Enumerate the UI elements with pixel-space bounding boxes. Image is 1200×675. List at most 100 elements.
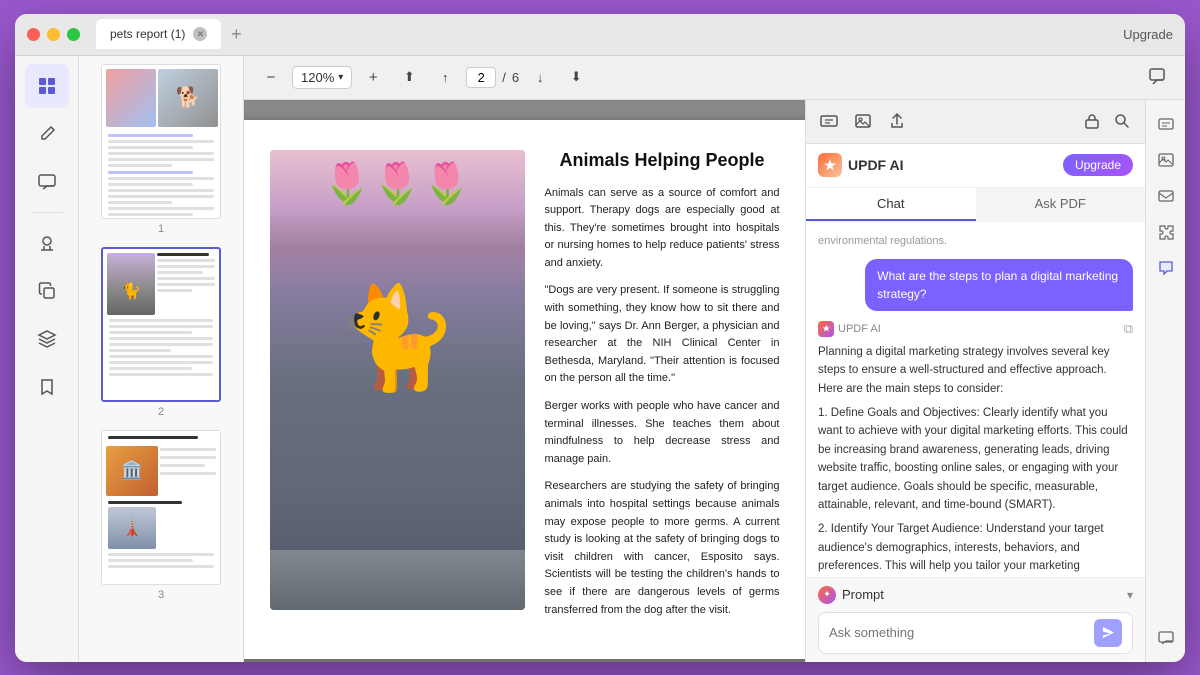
sidebar-icon-comment[interactable]: [25, 160, 69, 204]
pdf-viewer-wrapper: − 120% ▾ + ⬆ ↑ / 6 ↓ ⬇: [244, 56, 1185, 662]
prompt-send-button[interactable]: [1094, 619, 1122, 647]
thumb-line: [157, 277, 215, 280]
thumb-line: [108, 553, 214, 556]
thumb-line: [160, 464, 205, 467]
page-last-button[interactable]: ⬇: [561, 62, 591, 92]
thumb-line: [108, 559, 193, 562]
user-message: What are the steps to plan a digital mar…: [865, 259, 1133, 311]
share-icon[interactable]: [882, 106, 912, 136]
tab-pets-report[interactable]: pets report (1) ✕: [96, 19, 221, 49]
copy-icon[interactable]: ⧉: [1124, 321, 1133, 337]
ai-logo: UPDF AI: [818, 153, 903, 177]
pdf-body-text: Animals can serve as a source of comfort…: [545, 185, 780, 620]
thumb-content-1: 🐕: [102, 65, 220, 218]
sidebar-icon-copy[interactable]: [25, 269, 69, 313]
page-separator: /: [502, 70, 506, 85]
right-icon-comment[interactable]: [1150, 622, 1182, 654]
sidebar-icon-grid[interactable]: [25, 64, 69, 108]
right-panel: UPDF AI Upgrade Chat Ask PDF environment…: [805, 100, 1145, 662]
page-number-input[interactable]: [466, 67, 496, 88]
zoom-out-button[interactable]: −: [256, 62, 286, 92]
right-toolbar: [805, 100, 1145, 144]
image-icon[interactable]: [848, 106, 878, 136]
thumb-line: [109, 367, 192, 370]
search-icon[interactable]: [1107, 106, 1137, 136]
ai-header: UPDF AI Upgrade: [805, 144, 1145, 188]
zoom-display[interactable]: 120% ▾: [292, 66, 352, 89]
thumb-line: [109, 343, 213, 346]
page-display: / 6: [466, 67, 519, 88]
right-icon-scan[interactable]: [1150, 108, 1182, 140]
sidebar-icon-layers[interactable]: [25, 317, 69, 361]
thumbnail-page-3[interactable]: 🏛️ 🗼: [101, 430, 221, 601]
tab-close-icon[interactable]: ✕: [193, 27, 207, 41]
thumb-line: [109, 325, 213, 328]
thumbnail-page-1[interactable]: 🐕: [101, 64, 221, 235]
right-icon-image[interactable]: [1150, 144, 1182, 176]
thumb-line: [109, 349, 171, 352]
tab-chat[interactable]: Chat: [806, 188, 976, 221]
ai-upgrade-button[interactable]: Upgrade: [1063, 154, 1133, 176]
titlebar: pets report (1) ✕ + Upgrade: [15, 14, 1185, 56]
ai-message-header: UPDF AI ⧉: [818, 321, 1133, 337]
lock-icon[interactable]: [1077, 106, 1107, 136]
scan-icon[interactable]: [814, 106, 844, 136]
thumb-line: [157, 265, 215, 268]
thumb-line: [108, 158, 214, 161]
comment-toolbar-button[interactable]: [1143, 62, 1173, 92]
page-first-button[interactable]: ⬆: [394, 62, 424, 92]
thumb-num-1: 1: [158, 223, 164, 235]
prompt-chevron-icon[interactable]: ▾: [1127, 588, 1133, 602]
thumb-content-2: 🐈: [103, 249, 219, 400]
sidebar-icon-bookmark[interactable]: [25, 365, 69, 409]
thumbnail-page-2[interactable]: 🐈: [101, 247, 221, 418]
prompt-section: ✦ Prompt ▾: [805, 577, 1145, 662]
thumb-line: [108, 177, 214, 180]
thumb-line: [157, 259, 215, 262]
page-prev-button[interactable]: ↑: [430, 62, 460, 92]
cat-image: 🌷🌷🌷 🐈: [270, 150, 525, 610]
page-next-button[interactable]: ↓: [525, 62, 555, 92]
pdf-paragraph-4: Researchers are studying the safety of b…: [545, 478, 780, 619]
pdf-article-title: Animals Helping People: [545, 150, 780, 171]
thumb-line: [160, 448, 216, 451]
pdf-page: 🌷🌷🌷 🐈 Animals Helping Pe: [244, 120, 805, 660]
thumb-line: [108, 164, 172, 167]
thumb-line: [109, 319, 213, 322]
chat-tabs: Chat Ask PDF: [805, 188, 1145, 222]
right-icon-mail[interactable]: [1150, 180, 1182, 212]
prompt-input[interactable]: [829, 625, 1086, 640]
tab-title: pets report (1): [110, 27, 185, 41]
prompt-input-area: [818, 612, 1133, 654]
app-window: pets report (1) ✕ + Upgrade: [15, 14, 1185, 662]
tab-ask-pdf[interactable]: Ask PDF: [976, 188, 1146, 221]
close-button[interactable]: [27, 28, 40, 41]
thumb-line: [108, 183, 193, 186]
thumb-line: [157, 283, 215, 286]
thumb-line: [109, 355, 213, 358]
right-toolbar-icons: [814, 106, 912, 136]
thumb-page-2: 🐈: [101, 247, 221, 402]
main-area: 🐕: [15, 56, 1185, 662]
right-icon-chat[interactable]: [1150, 252, 1182, 284]
minimize-button[interactable]: [47, 28, 60, 41]
new-tab-button[interactable]: +: [225, 23, 247, 45]
ai-avatar: [818, 321, 834, 337]
right-icon-puzzle[interactable]: [1150, 216, 1182, 248]
sidebar-icon-pen[interactable]: [25, 112, 69, 156]
thumb-line: [108, 195, 214, 198]
zoom-in-button[interactable]: +: [358, 62, 388, 92]
prompt-header: ✦ Prompt ▾: [818, 586, 1133, 604]
chat-content: environmental regulations. What are the …: [805, 222, 1145, 577]
system-message: environmental regulations.: [818, 234, 1133, 249]
sidebar-icon-stamp[interactable]: [25, 221, 69, 265]
thumb-line: [160, 456, 216, 459]
upgrade-button[interactable]: Upgrade: [1123, 27, 1173, 42]
thumb-line: [109, 361, 213, 364]
page-total: 6: [512, 70, 519, 85]
zoom-level: 120%: [301, 70, 334, 85]
maximize-button[interactable]: [67, 28, 80, 41]
zoom-chevron-icon: ▾: [338, 72, 343, 83]
upgrade-label: Upgrade: [1123, 27, 1173, 42]
prompt-dot-icon: ✦: [818, 586, 836, 604]
